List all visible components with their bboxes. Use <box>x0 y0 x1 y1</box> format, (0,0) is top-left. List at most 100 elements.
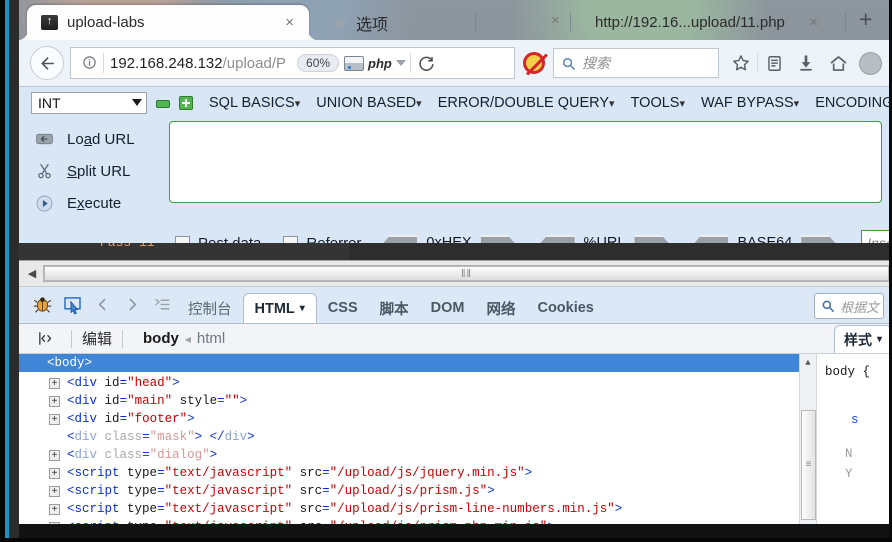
search-input[interactable]: 搜索 <box>582 53 610 73</box>
back-button[interactable] <box>30 46 64 80</box>
firebug-search-input[interactable]: 根据文 <box>840 297 879 316</box>
hackbar-menu-sql-basics[interactable]: SQL BASICS▾ <box>193 95 300 111</box>
hackbar-menu-waf-bypass[interactable]: WAF BYPASS▾ <box>685 95 799 111</box>
account-button[interactable] <box>854 47 886 79</box>
tab-styles[interactable]: 样式 ▾ <box>833 325 892 353</box>
html-tree-vertical-scrollbar[interactable]: ▲ ≡ <box>799 354 816 538</box>
referrer-checkbox[interactable] <box>283 235 299 243</box>
hackbar-menu-union-based[interactable]: UNION BASED▾ <box>300 95 421 111</box>
firebug-toolbar: 控制台 HTML ▾ CSS 脚本 DOM 网络 Cookies 根据文 <box>19 287 892 324</box>
hackbar-menu-error-double-query[interactable]: ERROR/DOUBLE QUERY▾ <box>422 95 615 111</box>
hackbar-menu-encoding[interactable]: ENCODING▾ <box>799 95 892 111</box>
execute-button[interactable]: Execute <box>33 187 169 219</box>
page-horizontal-scrollbar[interactable]: ◀ ‖‖ <box>19 261 892 287</box>
decode-base64-button[interactable] <box>694 234 729 243</box>
html-tree-line[interactable]: + <div class="dialog"> <box>19 446 816 464</box>
edit-source-icon[interactable] <box>29 330 61 347</box>
tab-title: 选项 <box>356 16 389 34</box>
html-tree-line[interactable]: + <div id="main" style=""> <box>19 392 816 410</box>
home-button[interactable] <box>822 47 854 79</box>
scroll-left-arrow-icon[interactable]: ◀ <box>21 267 43 280</box>
add-tab-icon[interactable] <box>179 95 193 110</box>
library-button[interactable] <box>758 47 790 79</box>
html-tree-line[interactable]: + <div id="head"> <box>19 374 816 392</box>
panel-menu-icon[interactable] <box>147 286 177 323</box>
decode-hex-button[interactable] <box>383 234 418 243</box>
css-property[interactable]: Y <box>825 464 892 484</box>
breadcrumb-item-body[interactable]: body <box>143 330 179 347</box>
zoom-level-badge[interactable]: 60% <box>297 54 340 72</box>
remove-tab-icon[interactable] <box>156 99 170 108</box>
load-url-button[interactable]: Load URL <box>33 123 169 155</box>
expand-node-icon[interactable]: + <box>49 485 60 497</box>
expand-node-icon[interactable]: + <box>49 449 60 461</box>
referrer-label: Referrer <box>306 234 362 244</box>
chevron-down-icon <box>132 99 142 106</box>
encode-url-button[interactable] <box>634 234 669 243</box>
encode-hex-button[interactable] <box>480 234 515 243</box>
scrollbar-thumb[interactable]: ≡ <box>801 410 816 520</box>
browser-tab-options[interactable]: 选项 <box>315 5 475 40</box>
tab-title: upload-labs <box>67 14 145 31</box>
html-tree-panel[interactable]: <body> + <div id="head"> + <div id="main" s… <box>19 354 816 538</box>
scrollbar-thumb[interactable]: ‖‖ <box>44 266 889 281</box>
html-tree-line[interactable]: + <div id="footer"> <box>19 410 816 428</box>
insert-string-input[interactable]: Insert s <box>861 230 892 243</box>
tab-close-button[interactable]: × <box>804 14 823 31</box>
html-tree-line[interactable]: + <script type="text/javascript" src="/up… <box>19 500 816 518</box>
tab-network[interactable]: 网络 <box>475 293 526 323</box>
window-left-border <box>0 0 5 542</box>
hackbar-url-textarea[interactable] <box>169 121 882 203</box>
url-text[interactable]: 192.168.248.132/upload/P <box>104 55 292 72</box>
tab-dom[interactable]: DOM <box>420 293 476 323</box>
css-styles-panel[interactable]: body { s N Y } <box>816 354 892 538</box>
expand-node-icon[interactable]: + <box>49 467 60 479</box>
scroll-up-arrow-icon[interactable]: ▲ <box>800 354 816 371</box>
info-icon[interactable] <box>75 55 103 72</box>
breadcrumb-item-html[interactable]: html <box>197 330 225 347</box>
noscript-blocked-icon[interactable] <box>523 52 545 74</box>
post-data-checkbox[interactable] <box>175 235 190 243</box>
browser-tab-upload-labs[interactable]: upload-labs × <box>27 5 309 40</box>
decode-url-button[interactable] <box>540 234 575 243</box>
tab-cookies[interactable]: Cookies <box>526 293 604 323</box>
bookmark-star-button[interactable] <box>725 47 757 79</box>
tab-close-button[interactable]: × <box>546 12 565 29</box>
downloads-button[interactable] <box>790 47 822 79</box>
expand-node-icon[interactable]: + <box>49 377 60 389</box>
tab-css[interactable]: CSS <box>317 293 369 323</box>
encoder-label: %URL <box>583 235 626 243</box>
firebug-bug-icon[interactable] <box>27 286 57 323</box>
chevron-left-icon[interactable] <box>87 286 117 323</box>
firebug-search-box[interactable]: 根据文 <box>814 293 884 319</box>
scrollbar-grip-icon: ≡ <box>805 459 812 471</box>
inspect-cursor-icon[interactable] <box>57 286 87 323</box>
search-box[interactable]: 搜索 <box>553 48 719 78</box>
php-indicator[interactable]: php <box>344 55 406 71</box>
scrollbar-track[interactable]: ‖‖ <box>43 265 890 282</box>
css-property[interactable]: N <box>825 444 892 464</box>
browser-tab-upload-11php[interactable]: http://192.16...upload/11.php × <box>581 5 833 40</box>
chevron-down-icon[interactable] <box>395 60 406 66</box>
html-tree-line[interactable]: +<div class="mask"> </div> <box>19 428 816 446</box>
new-tab-button[interactable]: + <box>859 8 872 31</box>
chevron-right-icon[interactable] <box>117 286 147 323</box>
reload-button[interactable] <box>411 53 441 74</box>
hackbar-menu-tools[interactable]: TOOLS▾ <box>615 95 685 111</box>
html-tree-line[interactable]: + <script type="text/javascript" src="/up… <box>19 464 816 482</box>
tab-script[interactable]: 脚本 <box>369 293 420 323</box>
tab-close-button[interactable]: × <box>280 14 299 31</box>
edit-button[interactable]: 编辑 <box>82 328 112 349</box>
expand-node-icon[interactable]: + <box>49 503 60 515</box>
html-tree-line[interactable]: + <script type="text/javascript" src="/up… <box>19 482 816 500</box>
tab-console[interactable]: 控制台 <box>177 293 243 323</box>
tab-html[interactable]: HTML ▾ <box>242 293 317 323</box>
hackbar-type-select[interactable]: INT <box>31 91 147 114</box>
css-property[interactable]: s <box>825 410 892 430</box>
expand-node-icon[interactable]: + <box>49 413 60 425</box>
split-url-button[interactable]: Split URL <box>33 155 169 187</box>
expand-node-icon[interactable]: + <box>49 395 60 407</box>
url-bar[interactable]: 192.168.248.132/upload/P 60% php <box>70 47 515 79</box>
encode-base64-button[interactable] <box>801 234 836 243</box>
html-tree-selected-node[interactable]: <body> <box>19 354 816 372</box>
